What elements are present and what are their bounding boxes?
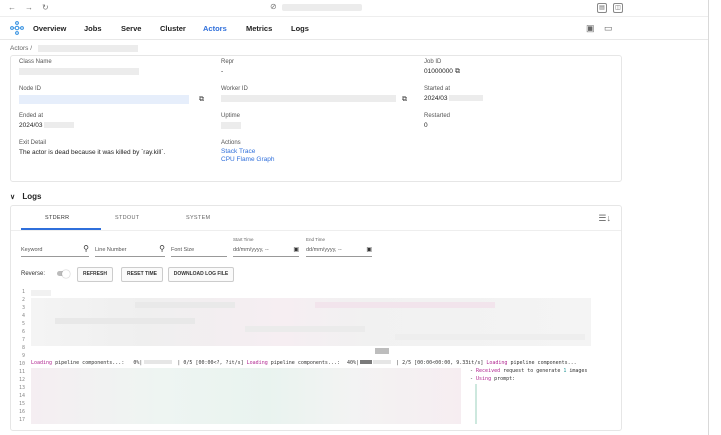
repr-label: Repr [221, 59, 235, 65]
node-id-value[interactable] [19, 95, 189, 104]
reverse-label: Reverse: [21, 271, 46, 277]
nav-tab-jobs[interactable]: Jobs [84, 24, 102, 33]
font-size-input[interactable]: Font Size [171, 244, 227, 257]
browser-toolbar: ← → ↻ ⊘ ▤ ◫ [0, 0, 708, 17]
app-navbar: Overview Jobs Serve Cluster Actors Metri… [0, 17, 708, 40]
calendar-icon[interactable]: ▣ [293, 246, 299, 253]
sort-icon[interactable]: ☰↓ [598, 213, 611, 224]
reverse-toggle[interactable] [57, 269, 70, 278]
feedback-icon[interactable]: ▭ [604, 23, 613, 34]
log-line-10: Loading pipeline components...: 0%| | 0/… [31, 360, 577, 366]
search-icon: ⚲ [159, 244, 165, 253]
node-id-label: Node ID [19, 86, 42, 92]
breadcrumb-actor-id [37, 45, 138, 52]
restarted-label: Restarted [424, 113, 451, 119]
worker-id-label: Worker ID [221, 86, 248, 92]
actor-details-card: Class Name Repr - Job ID 01000000 ⧉ Node… [10, 55, 622, 182]
log-line-number: 6 [21, 329, 25, 335]
copy-node-id-icon[interactable]: ⧉ [199, 96, 204, 104]
ray-logo-icon[interactable] [10, 21, 24, 35]
nav-tab-cluster[interactable]: Cluster [160, 24, 186, 33]
log-line-number: 15 [18, 401, 25, 407]
log-line-number: 16 [18, 409, 25, 415]
log-line-number: 2 [21, 297, 25, 303]
breadcrumb-actors[interactable]: Actors [10, 45, 28, 52]
logs-section-title: Logs [22, 192, 42, 201]
stack-trace-link[interactable]: Stack Trace [221, 148, 401, 155]
restarted-value: 0 [424, 122, 428, 129]
actions-label: Actions [221, 140, 241, 146]
reload-icon[interactable]: ↻ [42, 3, 49, 12]
nav-tab-actors[interactable]: Actors [203, 24, 227, 33]
calendar-icon[interactable]: ▣ [366, 246, 372, 253]
link-icon: ⊘ [270, 2, 277, 11]
nav-tab-logs[interactable]: Logs [291, 24, 309, 33]
job-id-label: Job ID [424, 59, 442, 65]
log-line-number: 11 [18, 369, 25, 375]
started-at-value: 2024/03 [424, 95, 448, 102]
log-line-number: 13 [18, 385, 25, 391]
tab-system[interactable]: SYSTEM [186, 215, 210, 221]
uptime-label: Uptime [221, 113, 241, 119]
exit-detail-value: The actor is dead because it was killed … [19, 149, 166, 156]
log-line-number: 12 [18, 377, 25, 383]
cpu-flame-graph-link[interactable]: CPU Flame Graph [221, 156, 401, 163]
breadcrumb: Actors / [10, 45, 138, 52]
address-bar[interactable]: ⊘ [270, 2, 440, 12]
forward-icon[interactable]: → [25, 3, 33, 12]
log-line-number: 14 [18, 393, 25, 399]
class-name-label: Class Name [19, 59, 52, 65]
nav-tab-metrics[interactable]: Metrics [246, 24, 272, 33]
log-line-number: 7 [21, 337, 25, 343]
keyword-input[interactable]: Keyword ⚲ [21, 244, 89, 257]
nav-tab-serve[interactable]: Serve [121, 24, 141, 33]
log-line-number: 17 [18, 417, 25, 423]
worker-id-value [221, 95, 396, 102]
start-time-input[interactable]: dd/mm/yyyy, -- ▣ [233, 244, 299, 257]
chevron-down-icon[interactable]: ∨ [10, 194, 15, 201]
nav-tab-overview[interactable]: Overview [33, 24, 66, 33]
class-name-value [19, 68, 139, 75]
copy-worker-id-icon[interactable]: ⧉ [402, 96, 407, 104]
tab-stderr[interactable]: STDERR [45, 215, 69, 221]
repr-value: - [221, 68, 224, 75]
back-icon[interactable]: ← [8, 3, 16, 12]
reset-time-button[interactable]: RESET TIME [121, 267, 163, 282]
search-icon: ⚲ [83, 244, 89, 253]
browser-window: ← → ↻ ⊘ ▤ ◫ Overview Jobs Serve Cluster … [0, 0, 709, 435]
uptime-value [221, 122, 241, 129]
reader-icon[interactable]: ▤ [597, 3, 607, 13]
log-line-number: 10 [18, 361, 25, 367]
exit-detail-label: Exit Detail [19, 140, 47, 146]
job-id-value: 01000000 [424, 68, 453, 75]
end-time-input[interactable]: dd/mm/yyyy, -- ▣ [306, 244, 372, 257]
docs-icon[interactable]: ▣ [586, 23, 595, 34]
ended-at-value: 2024/03 [19, 122, 43, 129]
log-viewer[interactable]: 1 2 3 4 5 6 7 8 9 10 11 12 13 14 15 16 17 Loading pipeli… [15, 288, 615, 426]
logs-card: STDERR STDOUT SYSTEM ☰↓ Keyword ⚲ Line N… [10, 205, 622, 431]
logs-section-header[interactable]: ∨ Logs [10, 192, 41, 201]
start-time-label: Start Time [233, 237, 254, 242]
started-at-label: Started at [424, 86, 451, 92]
log-line-number: 9 [21, 353, 25, 359]
line-number-input[interactable]: Line Number ⚲ [95, 244, 165, 257]
download-log-button[interactable]: DOWNLOAD LOG FILE [168, 267, 234, 282]
log-line-number: 1 [21, 289, 25, 295]
copy-job-id-icon[interactable]: ⧉ [455, 68, 460, 76]
refresh-button[interactable]: REFRESH [77, 267, 113, 282]
tab-stdout[interactable]: STDOUT [115, 215, 139, 221]
log-line-number: 5 [21, 321, 25, 327]
log-line-number: 3 [21, 305, 25, 311]
log-line-number: 8 [21, 345, 25, 351]
sidebar-icon[interactable]: ◫ [613, 3, 623, 13]
ended-at-label: Ended at [19, 113, 44, 119]
log-line-number: 4 [21, 313, 25, 319]
end-time-label: End Time [306, 237, 326, 242]
